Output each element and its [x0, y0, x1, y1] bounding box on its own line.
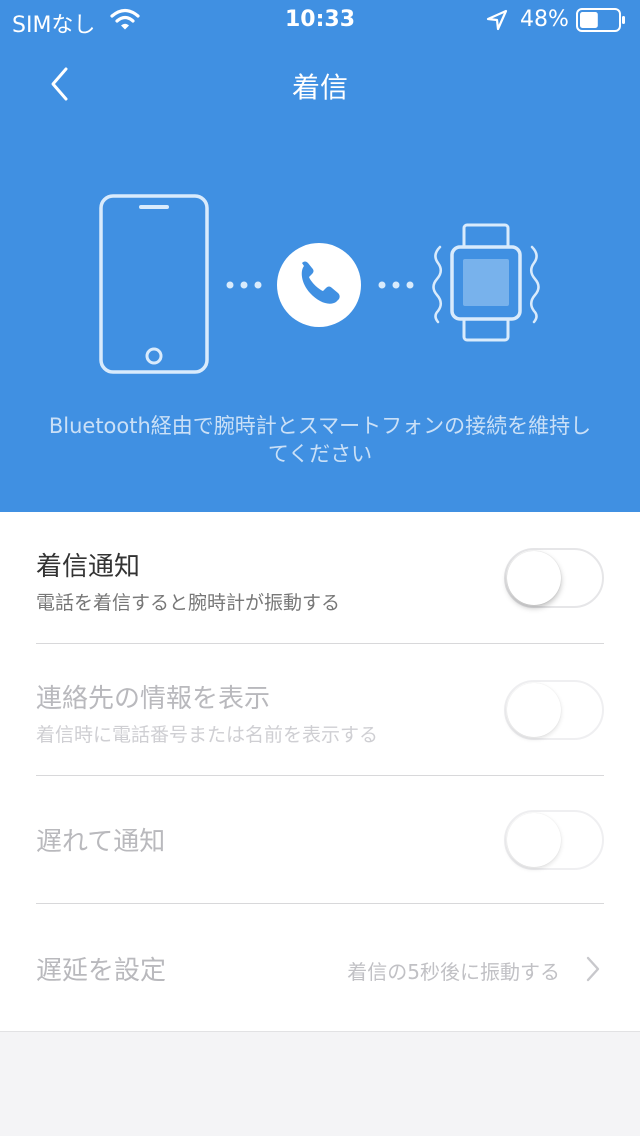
show-contact-info-toggle[interactable] — [504, 680, 604, 740]
incoming-notification-subtitle: 電話を着信すると腕時計が振動する — [36, 592, 341, 614]
show-contact-info-title: 連絡先の情報を表示 — [36, 684, 271, 714]
navigation-bar: 着信 — [0, 40, 640, 128]
delayed-notification-toggle[interactable] — [504, 810, 604, 870]
location-arrow-icon — [486, 9, 508, 37]
toggle-knob — [507, 683, 561, 737]
incoming-notification-toggle[interactable] — [504, 548, 604, 608]
delayed-notification-title: 遅れて通知 — [36, 827, 166, 857]
battery-percent: 48% — [520, 7, 569, 32]
delay-setting-title: 遅延を設定 — [36, 956, 167, 986]
toggle-knob — [507, 551, 561, 605]
show-contact-info-row[interactable]: 連絡先の情報を表示 着信時に電話番号または名前を表示する — [36, 644, 604, 776]
incoming-notification-title: 着信通知 — [36, 552, 141, 582]
chevron-right-icon — [586, 956, 600, 982]
battery-icon — [576, 8, 626, 38]
left-dots — [226, 281, 262, 289]
phone-call-icon — [277, 243, 361, 327]
incoming-notification-row[interactable]: 着信通知 電話を着信すると腕時計が振動する — [36, 512, 604, 644]
hero-header: SIMなし 10:33 48% 着信 Bluetooth経由で腕時計とスマートフ… — [0, 0, 640, 512]
show-contact-info-subtitle: 着信時に電話番号または名前を表示する — [36, 724, 379, 746]
connection-illustration — [0, 180, 640, 390]
hero-description: Bluetooth経由で腕時計とスマートフォンの接続を維持してください — [48, 414, 592, 466]
settings-list: 着信通知 電話を着信すると腕時計が振動する 連絡先の情報を表示 着信時に電話番号… — [0, 512, 640, 1032]
right-dots — [378, 281, 414, 289]
status-bar: SIMなし 10:33 48% — [0, 0, 640, 40]
delayed-notification-row[interactable]: 遅れて通知 — [36, 776, 604, 904]
phone-device-icon — [99, 194, 209, 374]
delay-setting-row[interactable]: 遅延を設定 着信の5秒後に振動する — [36, 904, 604, 1032]
smartwatch-icon — [432, 223, 540, 342]
delay-setting-value: 着信の5秒後に振動する — [347, 960, 560, 984]
page-title: 着信 — [291, 71, 348, 104]
toggle-knob — [507, 813, 561, 867]
